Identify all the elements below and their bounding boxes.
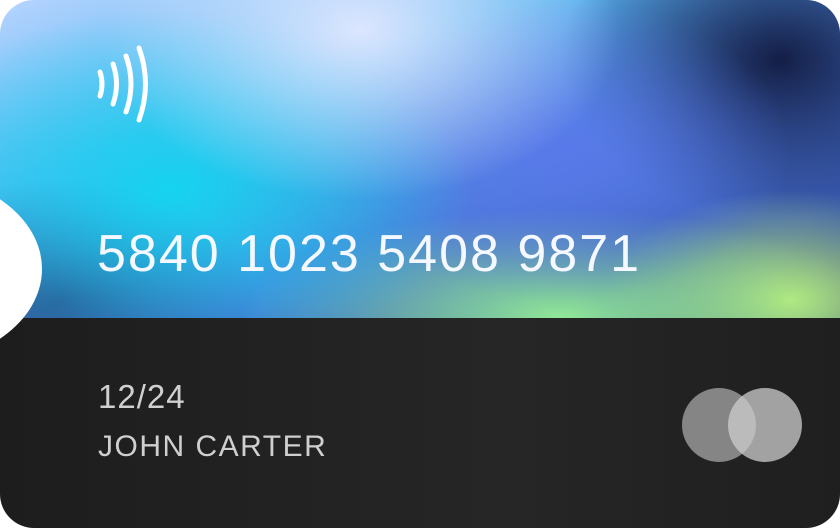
card-number: 5840 1023 5408 9871 [97, 225, 642, 283]
card-network-logo-icon [682, 388, 802, 462]
card-holder-name: JOHN CARTER [98, 430, 328, 463]
contactless-icon [97, 45, 148, 123]
logo-right-circle [728, 388, 802, 462]
card-expiry-date: 12/24 [98, 378, 186, 415]
credit-card[interactable]: 5840 1023 5408 9871 12/24 JOHN CARTER [0, 0, 840, 528]
